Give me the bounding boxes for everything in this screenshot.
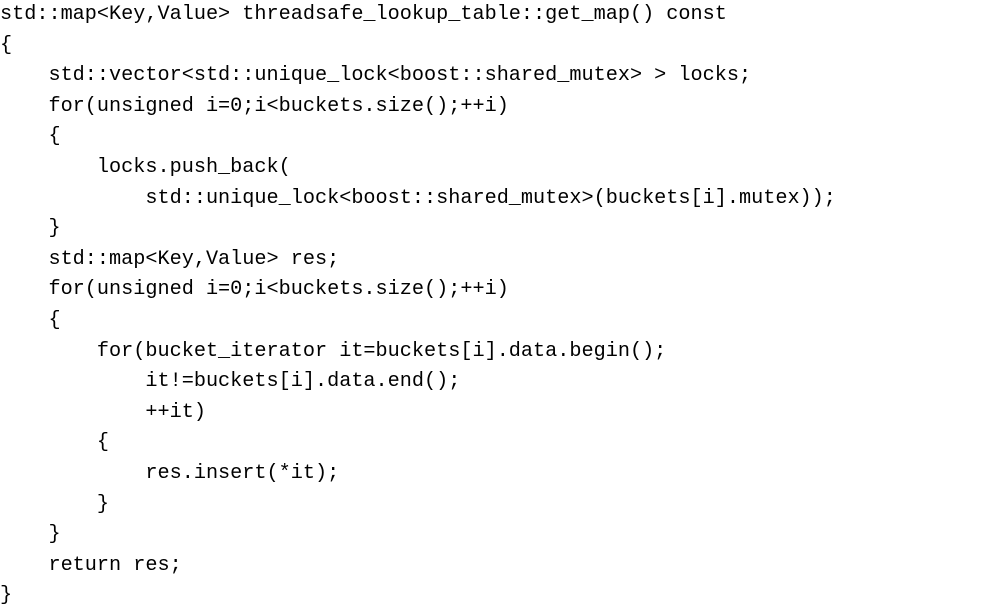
code-line: } xyxy=(0,217,61,241)
code-line: { xyxy=(0,431,110,455)
code-line: res.insert(*it); xyxy=(0,461,340,485)
code-line: { xyxy=(0,33,13,57)
code-line: for(unsigned i=0;i<buckets.size();++i) xyxy=(0,94,509,118)
code-line: std::unique_lock<boost::shared_mutex>(bu… xyxy=(0,186,836,210)
code-line: locks.push_back( xyxy=(0,155,291,179)
code-line: std::vector<std::unique_lock<boost::shar… xyxy=(0,64,752,88)
code-line: { xyxy=(0,308,61,332)
code-line: } xyxy=(0,584,13,608)
code-line: ++it) xyxy=(0,400,206,424)
code-line: for(unsigned i=0;i<buckets.size();++i) xyxy=(0,278,509,302)
code-listing: std::map<Key,Value> threadsafe_lookup_ta… xyxy=(0,0,1005,612)
code-line: std::map<Key,Value> res; xyxy=(0,247,340,271)
code-line: std::map<Key,Value> threadsafe_lookup_ta… xyxy=(0,3,727,26)
code-line: } xyxy=(0,523,61,547)
code-line: for(bucket_iterator it=buckets[i].data.b… xyxy=(0,339,667,363)
code-line: it!=buckets[i].data.end(); xyxy=(0,370,461,394)
code-line: { xyxy=(0,125,61,149)
code-line: return res; xyxy=(0,553,182,577)
code-line: } xyxy=(0,492,110,516)
